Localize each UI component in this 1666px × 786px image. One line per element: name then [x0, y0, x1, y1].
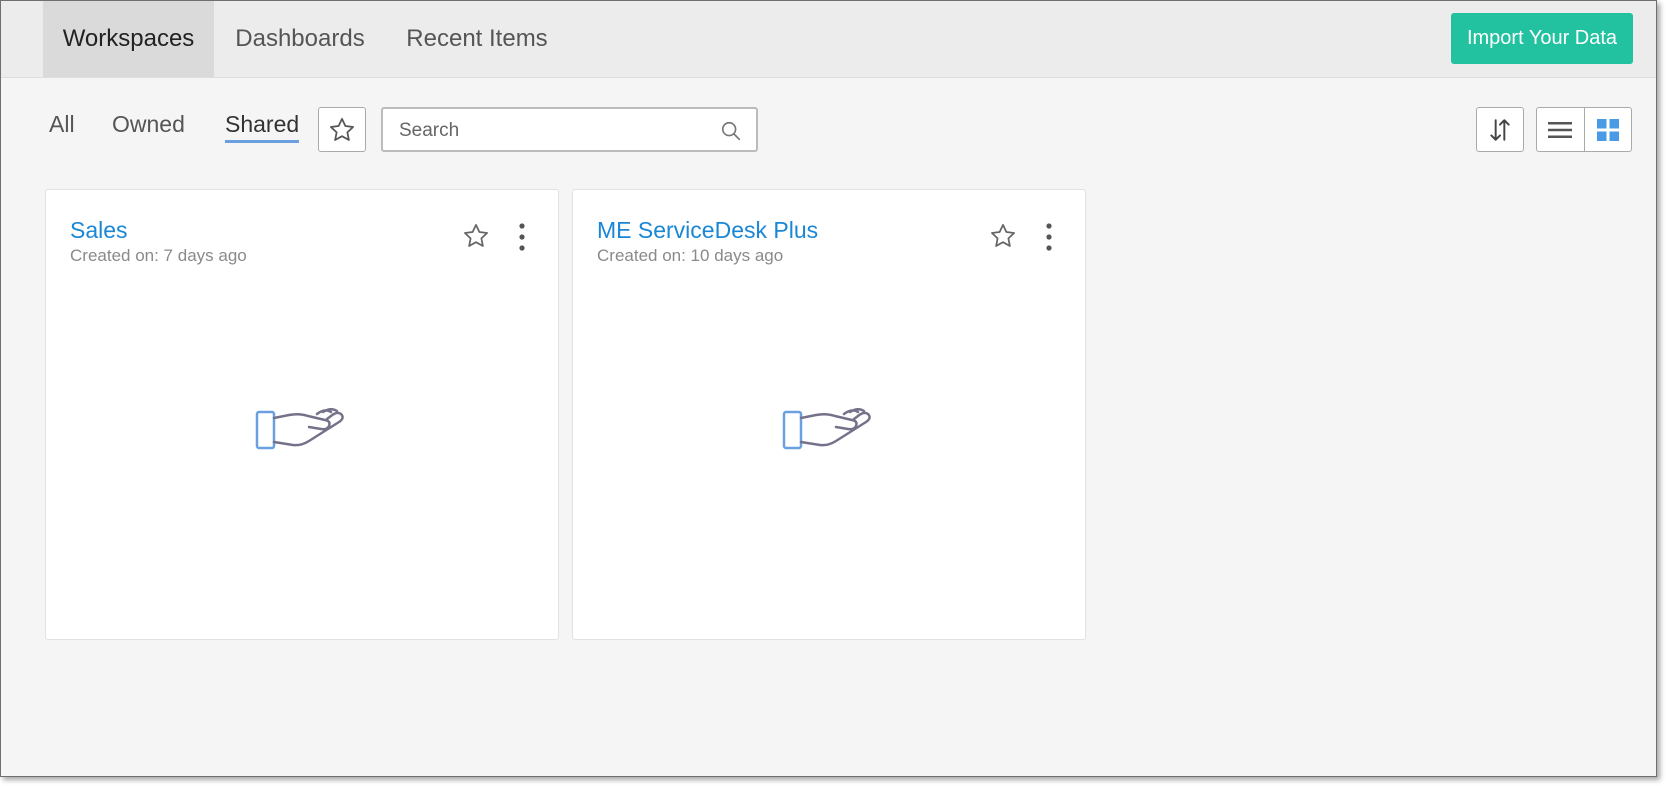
tab-dashboards[interactable]: Dashboards	[227, 1, 373, 77]
grid-view-icon	[1596, 118, 1619, 141]
search-box	[381, 107, 758, 152]
favorites-filter-button[interactable]	[318, 107, 366, 152]
more-vertical-icon[interactable]	[1043, 222, 1055, 252]
open-hand-icon	[782, 408, 871, 450]
workspace-created-date: Created on: 7 days ago	[70, 246, 247, 265]
workspace-card[interactable]: ME ServiceDesk Plus Created on: 10 days …	[572, 189, 1086, 640]
tab-workspaces[interactable]: Workspaces	[43, 1, 214, 77]
sort-icon	[1490, 118, 1510, 141]
app-window: Workspaces Dashboards Recent Items Impor…	[0, 0, 1657, 777]
workspace-created-date: Created on: 10 days ago	[597, 246, 784, 265]
grid-view-button[interactable]	[1583, 108, 1632, 151]
workspace-card[interactable]: Sales Created on: 7 days ago	[45, 189, 559, 640]
import-data-button[interactable]: Import Your Data	[1451, 13, 1633, 64]
search-icon[interactable]	[720, 120, 742, 142]
filter-shared[interactable]: Shared	[225, 111, 300, 143]
top-nav-bar: Workspaces Dashboards Recent Items Impor…	[1, 1, 1656, 78]
sort-button[interactable]	[1476, 107, 1524, 152]
search-input[interactable]	[397, 115, 711, 147]
list-view-icon	[1548, 121, 1573, 138]
view-toggle	[1536, 107, 1632, 152]
star-icon[interactable]	[462, 222, 490, 250]
filter-all[interactable]: All	[49, 111, 75, 138]
tab-recent-items[interactable]: Recent Items	[396, 1, 558, 77]
star-icon	[330, 117, 354, 141]
workspace-title[interactable]: ME ServiceDesk Plus	[597, 217, 818, 244]
list-view-button[interactable]	[1537, 108, 1584, 151]
workspace-title[interactable]: Sales	[70, 217, 128, 244]
open-hand-icon	[255, 408, 344, 450]
star-icon[interactable]	[989, 222, 1017, 250]
more-vertical-icon[interactable]	[516, 222, 528, 252]
filter-owned[interactable]: Owned	[112, 111, 185, 138]
